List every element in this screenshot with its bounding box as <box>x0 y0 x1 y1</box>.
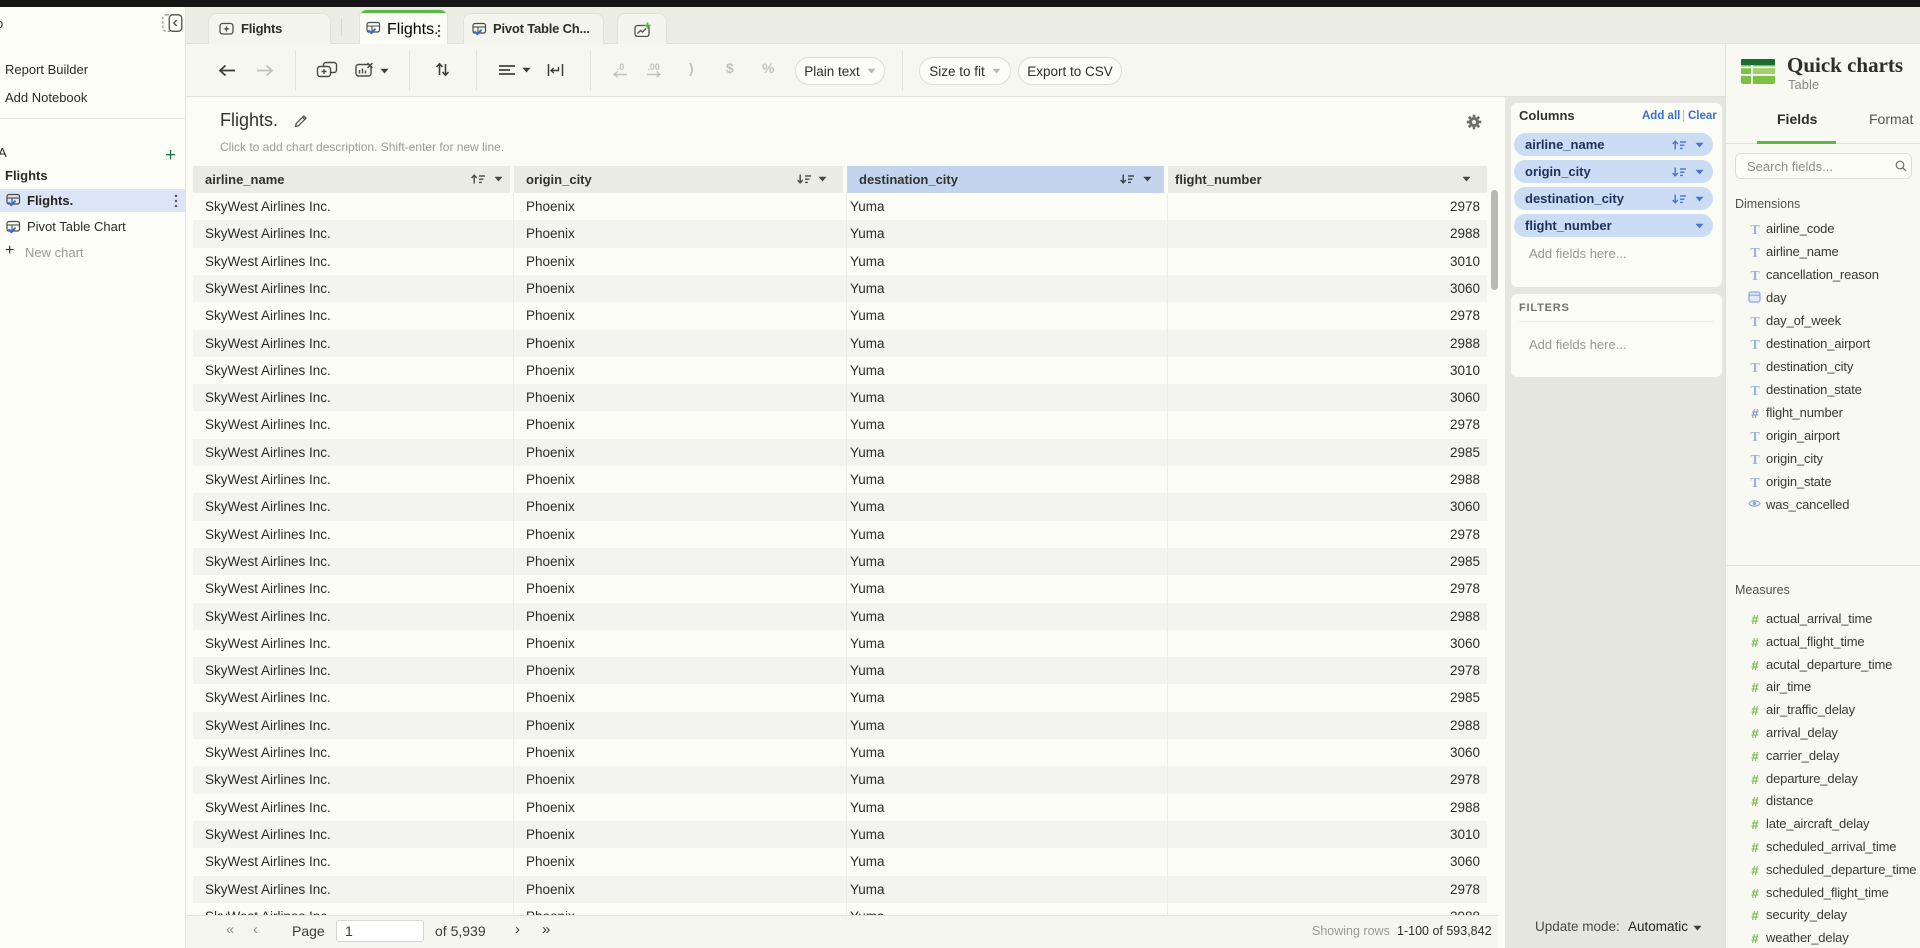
svg-text:.0: .0 <box>617 62 625 72</box>
svg-text:.00: .00 <box>647 62 660 72</box>
